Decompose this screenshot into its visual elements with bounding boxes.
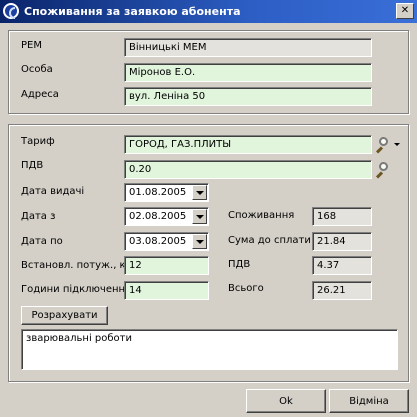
total-label: Всього	[228, 283, 264, 294]
tariff-label: Тариф	[21, 136, 55, 147]
person-field[interactable]: Міронов Е.О.	[124, 63, 372, 82]
close-button[interactable]: ✕	[396, 3, 414, 19]
note-textarea[interactable]: зварювальні роботи	[21, 329, 398, 370]
address-label: Адреса	[21, 89, 59, 100]
issue-date-label: Дата видачі	[21, 186, 85, 197]
tariff-field[interactable]: ГОРОД, ГАЗ.ПЛИТЫ	[124, 135, 372, 154]
date-from-picker[interactable]: 02.08.2005	[124, 207, 209, 226]
power-field[interactable]: 12	[124, 256, 209, 275]
address-field[interactable]: вул. Леніна 50	[124, 87, 372, 106]
chevron-down-icon[interactable]	[192, 234, 207, 249]
window-title: Споживання за заявкою абонента	[24, 5, 241, 18]
vat-sum-field: 4.37	[312, 256, 372, 275]
title-bar: Споживання за заявкою абонента ✕	[0, 0, 417, 23]
date-from-value: 02.08.2005	[129, 211, 187, 222]
chevron-down-icon[interactable]	[192, 209, 207, 224]
date-to-picker[interactable]: 03.08.2005	[124, 232, 209, 251]
date-to-value: 03.08.2005	[129, 236, 187, 247]
consumption-label: Споживання	[228, 210, 295, 221]
app-icon	[3, 3, 19, 19]
power-label: Встановл. потуж., кВт	[21, 260, 139, 271]
date-to-label: Дата по	[21, 236, 63, 247]
sum-field: 21.84	[312, 232, 372, 251]
vat-field[interactable]: 0.20	[124, 160, 372, 179]
hours-field[interactable]: 14	[124, 281, 209, 300]
rem-field: Вінницькі МЕМ	[124, 38, 372, 57]
issue-date-value: 01.08.2005	[129, 187, 187, 198]
calculate-button[interactable]: Розрахувати	[21, 306, 108, 325]
hours-label: Години підключення	[21, 284, 132, 295]
sum-label: Сума до сплати	[228, 235, 311, 246]
consumption-field: 168	[312, 207, 372, 226]
person-label: Особа	[21, 64, 53, 75]
total-field: 26.21	[312, 281, 372, 300]
ok-button[interactable]: Ok	[246, 389, 326, 413]
cancel-button[interactable]: Відміна	[329, 389, 409, 413]
rem-label: РЕМ	[21, 40, 42, 51]
tariff-search-icon[interactable]	[374, 136, 390, 154]
chevron-down-icon[interactable]	[394, 143, 400, 146]
date-from-label: Дата з	[21, 211, 56, 222]
vat-label: ПДВ	[21, 160, 44, 171]
chevron-down-icon[interactable]	[192, 185, 207, 200]
vat-search-icon[interactable]	[374, 161, 390, 179]
vat-sum-label: ПДВ	[228, 259, 251, 270]
issue-date-picker[interactable]: 01.08.2005	[124, 183, 209, 202]
